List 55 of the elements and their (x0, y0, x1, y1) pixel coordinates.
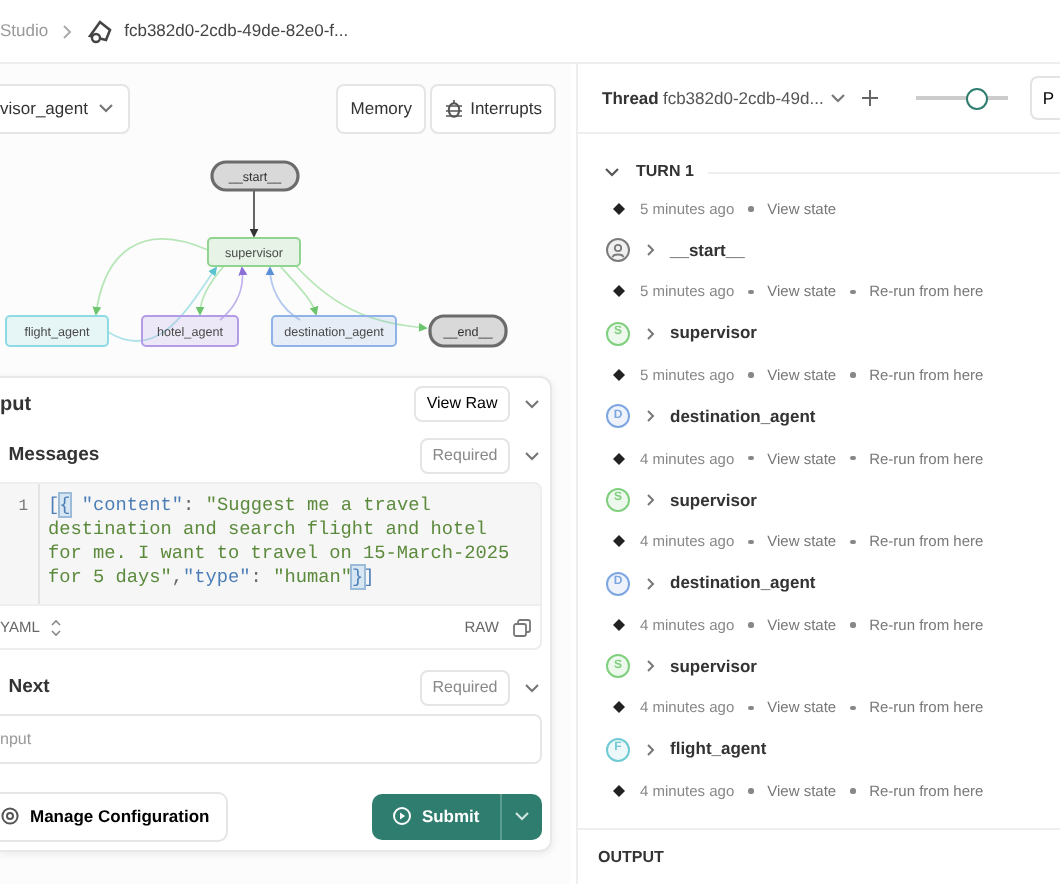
breadcrumb-link[interactable]: Studio (0, 18, 49, 44)
thread-selector[interactable]: Thread fcb382d0-2cdb-49d... (602, 85, 848, 111)
section-title: put (0, 391, 34, 420)
turn-title: TURN 1 (636, 160, 694, 184)
node-name: __start__ (670, 237, 745, 264)
graph-selector[interactable]: visor_agent (0, 84, 130, 134)
play-icon (391, 806, 412, 827)
zoom-slider[interactable] (915, 87, 1008, 109)
code-text: [{ "content": "Suggest me a travel destination and search flight and hotel for me. I want to travel on 15-March-2025 for 5 days","type": "human"}] (46, 492, 512, 593)
chevron-right-icon[interactable] (644, 325, 656, 342)
node-name: destination_agent (670, 570, 816, 596)
node-name: flight_agent (670, 736, 767, 763)
view-raw-button[interactable]: View Raw (414, 386, 510, 423)
diamond-icon (612, 451, 626, 466)
edge-arrow (249, 189, 259, 238)
node-name: destination_agent (670, 404, 816, 430)
diamond-icon (612, 201, 626, 216)
required-tag: Required (420, 438, 510, 475)
chevron-right-icon[interactable] (644, 408, 656, 425)
plus-icon[interactable] (859, 88, 880, 108)
cut-off-button[interactable]: P (1030, 75, 1060, 121)
output-header: OUTPUT (578, 828, 1060, 884)
chevron-right-icon[interactable] (644, 242, 656, 259)
chevron-right-icon[interactable] (644, 491, 656, 508)
manage-configuration-button[interactable]: Manage Configuration (0, 792, 228, 842)
required-tag: Required (420, 670, 510, 707)
memory-button[interactable]: Memory (336, 84, 426, 134)
line-number: 1 (16, 496, 28, 521)
text-input[interactable]: nput (0, 714, 542, 765)
copy-icon[interactable] (511, 617, 531, 638)
bug-icon (444, 97, 465, 120)
diamond-icon (612, 700, 626, 715)
code-editor[interactable]: 1 [{ "content": "Suggest me a travel destination and search flight and hotel for me. I want to travel on 15-March-2025 for 5 days","type": "human"}] (0, 482, 542, 607)
sort-icon[interactable] (49, 617, 62, 638)
interrupts-button[interactable]: Interrupts (430, 84, 556, 134)
field-label: Next (8, 674, 52, 703)
chevron-down-icon[interactable] (602, 162, 622, 182)
node-name: supervisor (670, 320, 757, 347)
thread-title: fcb382d0-2cdb-49de-82e0-f... (124, 18, 349, 44)
graph-icon (86, 18, 113, 44)
node-name: supervisor (670, 487, 757, 513)
diamond-icon (612, 534, 626, 549)
diamond-icon (612, 368, 626, 383)
diamond-icon (612, 284, 626, 299)
slider-thumb[interactable] (966, 87, 989, 109)
chevron-right-icon[interactable] (644, 658, 656, 675)
node-name: supervisor (670, 653, 757, 680)
chevron-down-icon (827, 88, 848, 108)
field-label: Messages (8, 442, 102, 471)
diamond-icon (612, 784, 626, 799)
diamond-icon (612, 617, 626, 632)
chevron-icon (60, 23, 75, 39)
gear-icon (0, 806, 20, 827)
chevron-right-icon[interactable] (644, 741, 656, 758)
chevron-right-icon[interactable] (644, 575, 656, 592)
